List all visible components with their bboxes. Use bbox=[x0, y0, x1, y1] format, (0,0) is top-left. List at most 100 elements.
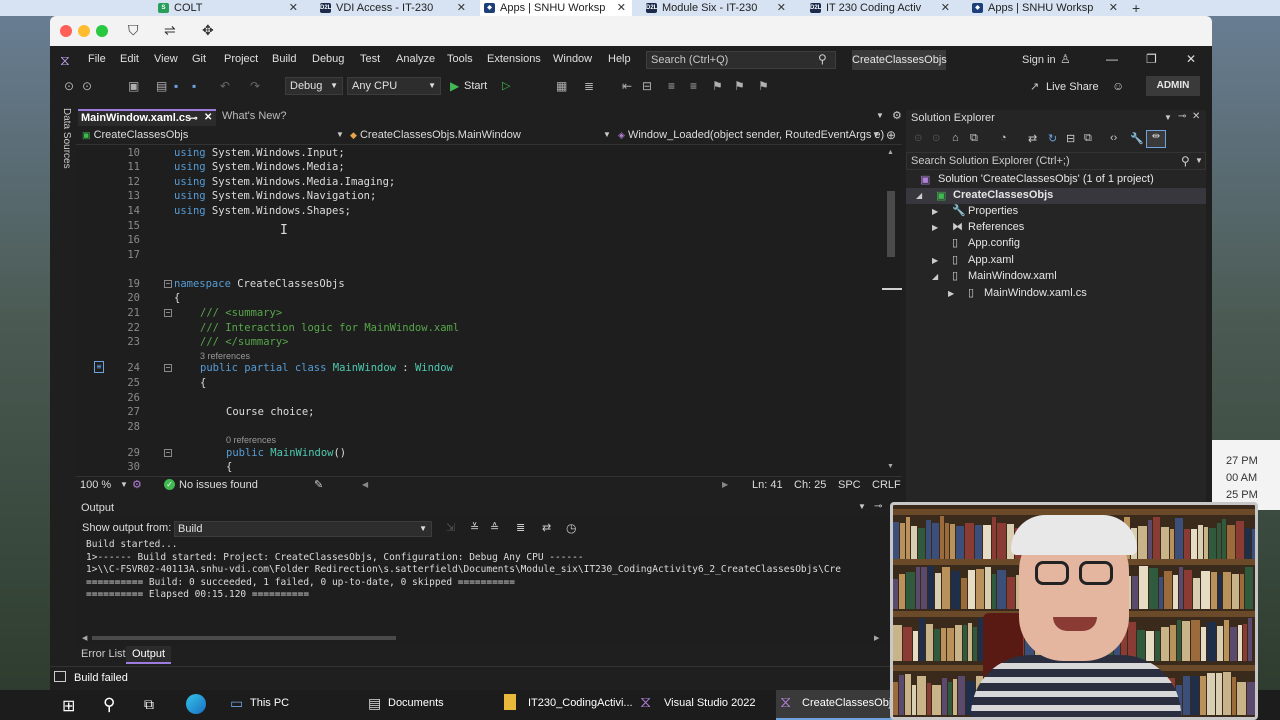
folder-icon[interactable] bbox=[504, 694, 516, 710]
close-icon[interactable]: ✕ bbox=[204, 111, 212, 125]
browser-tab-module-six[interactable]: D2L Module Six - IT-230 ✕ bbox=[642, 0, 792, 16]
apps-icon[interactable]: ✥ bbox=[202, 22, 214, 39]
scroll-left-icon[interactable]: ◀ bbox=[82, 634, 87, 642]
menu-project[interactable]: Project bbox=[224, 53, 258, 65]
visual-studio-icon[interactable]: ⧖ bbox=[640, 694, 651, 712]
menu-file[interactable]: File bbox=[88, 53, 106, 65]
switch-views-icon[interactable]: ⧉ bbox=[970, 132, 978, 145]
scroll-left-icon[interactable]: ◀ bbox=[362, 480, 368, 489]
configuration-dropdown[interactable]: Debug ▼ bbox=[285, 77, 343, 95]
close-icon[interactable]: ✕ bbox=[617, 0, 626, 16]
back-icon[interactable]: ⊙ bbox=[914, 133, 922, 144]
menu-analyze[interactable]: Analyze bbox=[396, 53, 435, 65]
gear-icon[interactable]: ⚙ bbox=[892, 109, 902, 122]
window-zoom-dot[interactable] bbox=[96, 25, 108, 37]
collapse-toggle[interactable]: − bbox=[164, 309, 172, 317]
view-code-icon[interactable]: ‹› bbox=[1110, 132, 1117, 144]
this-pc-icon[interactable]: ▭ bbox=[230, 695, 243, 712]
tab-whats-new[interactable]: What's New? bbox=[222, 110, 286, 122]
start-play-icon[interactable]: ▶ bbox=[450, 79, 459, 93]
menu-build[interactable]: Build bbox=[272, 53, 296, 65]
pending-changes-icon[interactable]: ◔ bbox=[1000, 132, 1007, 144]
solution-search-input[interactable]: Search Solution Explorer (Ctrl+;) ⚲ ▼ bbox=[906, 152, 1206, 170]
refresh-icon[interactable]: ↻ bbox=[1048, 132, 1057, 145]
live-share-button[interactable]: Live Share bbox=[1046, 81, 1099, 93]
preview-selected-icon[interactable]: ⇹ bbox=[1146, 130, 1166, 148]
output-text[interactable]: Build started... 1>------ Build started: … bbox=[86, 539, 886, 627]
goto-error-icon[interactable]: ⇲ bbox=[446, 521, 455, 534]
save-icon[interactable]: ▪ bbox=[174, 79, 178, 93]
close-icon[interactable]: ✕ bbox=[1109, 0, 1118, 16]
chevron-down-icon[interactable]: ▼ bbox=[1164, 113, 1172, 122]
usb-icon[interactable]: ⇌ bbox=[164, 22, 176, 39]
pin-icon[interactable]: ⊸ bbox=[1178, 111, 1186, 122]
close-icon[interactable]: ✕ bbox=[1192, 111, 1200, 122]
properties-wrench-icon[interactable]: 🔧 bbox=[1130, 132, 1144, 145]
tab-mainwindow-xaml-cs[interactable]: MainWindow.xaml.cs ⊸ ✕ bbox=[78, 109, 216, 126]
chevron-down-icon[interactable]: ▼ bbox=[1195, 156, 1203, 165]
browser-tab-apps-snhu-active[interactable]: ◆ Apps | SNHU Worksp ✕ bbox=[480, 0, 632, 16]
pin-icon[interactable]: ⊸ bbox=[190, 111, 198, 125]
collapsed-arrow-icon[interactable]: ▶ bbox=[932, 256, 938, 265]
taskbar-item-documents[interactable]: Documents bbox=[388, 697, 444, 709]
code-editor[interactable]: 10 11 12 13 14 15 16 17 19 20 21 22 23 2… bbox=[76, 145, 882, 476]
tree-item-mainwindow-xaml-cs[interactable]: ▶ ▯ MainWindow.xaml.cs bbox=[906, 286, 1206, 302]
scroll-down-icon[interactable]: ▼ bbox=[887, 463, 894, 470]
taskbar-item-coding-activity[interactable]: IT230_CodingActivi... bbox=[528, 697, 633, 709]
new-tab-plus-icon[interactable]: + bbox=[1132, 0, 1140, 16]
browser-tab-apps-snhu-2[interactable]: ◆ Apps | SNHU Worksp ✕ bbox=[968, 0, 1124, 16]
new-project-icon[interactable]: ▣ bbox=[128, 79, 139, 93]
menu-debug[interactable]: Debug bbox=[312, 53, 344, 65]
scrollbar-thumb[interactable] bbox=[887, 191, 895, 257]
close-icon[interactable]: ✕ bbox=[777, 0, 786, 16]
tree-item-mainwindow-xaml[interactable]: ◢ ▯ MainWindow.xaml bbox=[906, 269, 1206, 285]
menu-edit[interactable]: Edit bbox=[120, 53, 139, 65]
brush-icon[interactable]: ✎ bbox=[314, 478, 323, 491]
collapsed-arrow-icon[interactable]: ▶ bbox=[948, 289, 954, 298]
menu-window[interactable]: Window bbox=[553, 53, 592, 65]
menu-extensions[interactable]: Extensions bbox=[487, 53, 541, 65]
zoom-dropdown[interactable]: 100 % bbox=[80, 479, 111, 491]
windows-start-icon[interactable]: ⊞ bbox=[62, 696, 75, 716]
solution-icon[interactable]: ▦ bbox=[556, 79, 567, 93]
nav-class-dropdown[interactable]: ◆ CreateClassesObjs.MainWindow bbox=[350, 129, 521, 141]
collapse-toggle[interactable]: − bbox=[164, 364, 172, 372]
format-icon[interactable]: ≣ bbox=[584, 79, 594, 93]
close-icon[interactable]: ✕ bbox=[289, 0, 298, 16]
tree-project[interactable]: ◢ ▣ CreateClassesObjs bbox=[906, 188, 1206, 204]
browser-tab-coding-activity[interactable]: D2L IT 230 Coding Activ ✕ bbox=[806, 0, 956, 16]
expanded-arrow-icon[interactable]: ◢ bbox=[916, 191, 922, 200]
close-icon[interactable]: ✕ bbox=[1186, 52, 1196, 66]
step-icon[interactable]: ⇤ bbox=[622, 79, 632, 93]
uncomment-icon[interactable]: ≡ bbox=[690, 79, 697, 93]
taskbar-item-visual-studio[interactable]: Visual Studio 2022 bbox=[664, 697, 756, 709]
window-close-dot[interactable] bbox=[60, 25, 72, 37]
show-all-files-icon[interactable]: ⧉ bbox=[1084, 132, 1092, 145]
search-icon[interactable]: ⚲ bbox=[103, 695, 115, 715]
task-view-icon[interactable]: ⧉ bbox=[144, 696, 154, 713]
chevron-down-icon[interactable]: ▼ bbox=[858, 502, 866, 511]
output-window-icon[interactable] bbox=[54, 671, 66, 682]
scroll-right-icon[interactable]: ▶ bbox=[874, 634, 879, 642]
previous-message-icon[interactable]: ≚ bbox=[470, 521, 479, 534]
pin-icon[interactable]: ⊸ bbox=[874, 501, 882, 512]
sync-icon[interactable]: ⇄ bbox=[1028, 132, 1037, 145]
open-folder-icon[interactable]: ▤ bbox=[156, 79, 167, 93]
taskbar-item-this-pc[interactable]: This PC bbox=[250, 697, 289, 709]
redo-icon[interactable]: ↷ bbox=[250, 79, 260, 93]
scroll-up-icon[interactable]: ▲ bbox=[887, 149, 894, 156]
column-indicator[interactable]: Ch: 25 bbox=[794, 479, 826, 491]
editor-vertical-scrollbar[interactable]: ▲ ▼ bbox=[882, 145, 902, 476]
browser-tab-colt[interactable]: S COLT ✕ bbox=[154, 0, 304, 16]
window-minimize-dot[interactable] bbox=[78, 25, 90, 37]
project-name-badge[interactable]: CreateClassesObjs bbox=[852, 50, 947, 70]
platform-dropdown[interactable]: Any CPU ▼ bbox=[347, 77, 441, 95]
whitespace-indicator[interactable]: SPC bbox=[838, 479, 861, 491]
close-icon[interactable]: ✕ bbox=[457, 0, 466, 16]
menu-help[interactable]: Help bbox=[608, 53, 631, 65]
collapse-toggle[interactable]: − bbox=[164, 280, 172, 288]
edge-browser-icon[interactable] bbox=[186, 694, 206, 714]
copilot-icon[interactable]: ⚙ bbox=[132, 478, 142, 491]
collapsed-arrow-icon[interactable]: ▶ bbox=[932, 207, 938, 216]
tree-item-app-xaml[interactable]: ▶ ▯ App.xaml bbox=[906, 253, 1206, 269]
